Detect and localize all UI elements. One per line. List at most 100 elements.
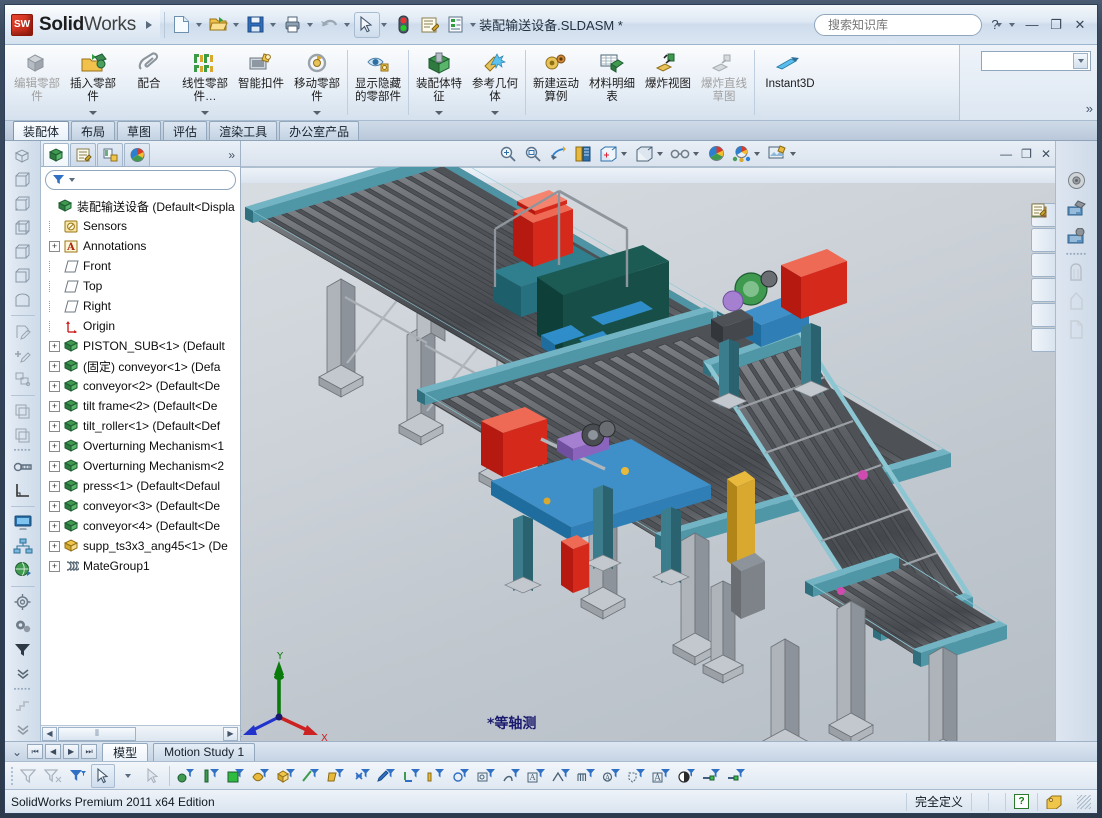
select-pointer-icon[interactable]	[91, 763, 115, 788]
menu-expand-arrow-icon[interactable]	[145, 20, 152, 29]
sketch-pattern-icon[interactable]	[9, 368, 37, 391]
tree-expander-icon[interactable]: +	[49, 440, 60, 452]
ribbon-show-hidden-components[interactable]: 显示隐藏的零部件	[350, 45, 406, 120]
tree-item-overturning-2[interactable]: + Overturning Mechanism<2	[43, 456, 240, 476]
restore-button[interactable]: ❐	[1045, 15, 1067, 35]
help-button[interactable]: ?	[984, 15, 1006, 35]
filter-sketch-segments-icon[interactable]	[399, 764, 423, 788]
help-caret-icon[interactable]	[1009, 22, 1015, 27]
configuration-combo-caret-icon[interactable]	[1073, 53, 1088, 69]
display-monitor-icon[interactable]	[9, 511, 37, 534]
doc-minimize-button[interactable]: —	[1000, 147, 1012, 161]
ribbon-move-component[interactable]: 移动零部件	[289, 45, 345, 120]
funnel-filter-icon[interactable]	[9, 638, 37, 661]
filter-all-icon[interactable]	[66, 764, 90, 788]
scroll-left-button[interactable]: ◀	[42, 726, 57, 741]
feature-tree-horizontal-scrollbar[interactable]: ◀ ⦀ ▶	[41, 725, 240, 741]
tree-item-tilt-frame-2[interactable]: + tilt frame<2> (Default<De	[43, 396, 240, 416]
filter-weld-bead-icon[interactable]	[699, 764, 723, 788]
section-view-icon[interactable]	[9, 288, 37, 311]
feature-manager-more-icon[interactable]: »	[228, 148, 235, 162]
scroll-thumb[interactable]: ⦀	[58, 726, 136, 741]
search-properties-tab[interactable]	[1031, 203, 1055, 302]
ft-tab-display-manager[interactable]	[124, 143, 150, 166]
tab-motion-study-1[interactable]: Motion Study 1	[153, 742, 256, 761]
tree-item-annotations[interactable]: + A Annotations	[43, 236, 240, 256]
nav-prev-button[interactable]: ◀	[45, 744, 62, 759]
tree-item-conveyor-1[interactable]: + (固定) conveyor<1> (Defa	[43, 356, 240, 376]
3d-sketch-icon[interactable]	[9, 344, 37, 367]
filter-notes-icon[interactable]	[624, 764, 648, 788]
filter-gtol-icon[interactable]: A	[599, 764, 623, 788]
ribbon-bill-of-materials[interactable]: 材料明细表	[584, 45, 640, 120]
scroll-right-button[interactable]: ▶	[223, 726, 238, 741]
ribbon-insert-components[interactable]: 插入零部件	[65, 45, 121, 120]
filter-planes-icon[interactable]	[324, 764, 348, 788]
filter-sketches-icon[interactable]	[374, 764, 398, 788]
filter-surface-bodies-icon[interactable]	[249, 764, 273, 788]
tab-render-tools[interactable]: 渲染工具	[209, 121, 278, 140]
collapse-chevron-icon[interactable]: ⌄	[9, 745, 25, 759]
toolbar-grip[interactable]	[9, 766, 15, 786]
appearances-tab[interactable]	[1031, 203, 1055, 327]
ft-tab-configuration-manager[interactable]	[97, 143, 123, 166]
ribbon-smart-fasteners[interactable]: 智能扣件	[233, 45, 289, 120]
save-document-caret-icon[interactable]	[269, 22, 276, 27]
tree-item-tilt-roller-1[interactable]: + tilt_roller<1> (Default<Def	[43, 416, 240, 436]
print-document-caret-icon[interactable]	[306, 22, 313, 27]
previous-view-icon[interactable]	[546, 143, 570, 165]
tab-model[interactable]: 模型	[102, 742, 149, 761]
open-document-button[interactable]	[206, 12, 232, 38]
fastener-icon[interactable]	[9, 455, 37, 478]
rail-expand-chevron-icon[interactable]	[9, 662, 37, 685]
tree-item-sensors[interactable]: Sensors	[43, 216, 240, 236]
tab-evaluate[interactable]: 评估	[163, 121, 208, 140]
tab-office-products[interactable]: 办公室产品	[279, 121, 360, 140]
ribbon-assembly-features[interactable]: 装配体特征	[411, 45, 467, 120]
motion-analysis-icon[interactable]	[1064, 167, 1090, 193]
new-document-caret-icon[interactable]	[195, 22, 202, 27]
model-canvas[interactable]: Y X Z *等轴测	[241, 167, 1055, 741]
doc-restore-button[interactable]: ❐	[1021, 147, 1032, 161]
options-button[interactable]	[443, 12, 469, 38]
ribbon-exploded-view[interactable]: 爆炸视图	[640, 45, 696, 120]
tree-expander-icon[interactable]: +	[49, 540, 60, 552]
view-orientation-icon[interactable]	[596, 143, 620, 165]
render-icon[interactable]	[1064, 223, 1090, 249]
filter-midpoints-icon[interactable]	[424, 764, 448, 788]
feature-tree-filter[interactable]	[45, 170, 236, 190]
filter-appearance-icon[interactable]	[674, 764, 698, 788]
doc-close-button[interactable]: ✕	[1041, 147, 1051, 161]
tree-item-press-1[interactable]: + press<1> (Default<Defaul	[43, 476, 240, 496]
tree-item-conveyor-3[interactable]: + conveyor<3> (Default<De	[43, 496, 240, 516]
apply-scene-icon[interactable]	[704, 143, 728, 165]
layers-icon[interactable]	[9, 400, 37, 423]
linear-component-pattern-dropdown-icon[interactable]	[201, 111, 209, 115]
tree-expander-icon[interactable]: +	[49, 420, 60, 432]
display-manager-icon[interactable]	[765, 143, 789, 165]
sketch-icon[interactable]	[9, 320, 37, 343]
ribbon-new-motion-study[interactable]: 新建运动算例	[528, 45, 584, 120]
tree-expander-icon[interactable]: +	[49, 520, 60, 532]
display-style-wireframe-icon[interactable]	[9, 217, 37, 240]
tree-item-right[interactable]: Right	[43, 296, 240, 316]
ribbon-reference-geometry[interactable]: 参考几何体	[467, 45, 523, 120]
tree-expander-icon[interactable]: +	[49, 500, 60, 512]
display-style-shaded-icon[interactable]	[9, 169, 37, 192]
filter-sketch-points-icon[interactable]	[349, 764, 373, 788]
tree-item-conveyor-4[interactable]: + conveyor<4> (Default<De	[43, 516, 240, 536]
tree-expander-icon[interactable]: +	[49, 340, 60, 352]
dfmxpress-icon[interactable]	[1064, 260, 1090, 286]
hide-show-items-caret-icon[interactable]	[693, 151, 699, 156]
rebuild-button[interactable]	[391, 12, 417, 38]
tree-item-piston-sub[interactable]: + PISTON_SUB<1> (Default	[43, 336, 240, 356]
status-help-cell[interactable]: ?	[1005, 792, 1037, 811]
search-input[interactable]	[826, 16, 985, 33]
undo-button[interactable]	[317, 12, 343, 38]
filter-axes-icon[interactable]	[299, 764, 323, 788]
tree-expander-icon[interactable]: +	[49, 400, 60, 412]
minimize-button[interactable]: —	[1021, 15, 1043, 35]
globe-download-icon[interactable]	[9, 559, 37, 582]
zoom-to-area-icon[interactable]	[521, 143, 545, 165]
options-caret-icon[interactable]	[469, 22, 476, 27]
